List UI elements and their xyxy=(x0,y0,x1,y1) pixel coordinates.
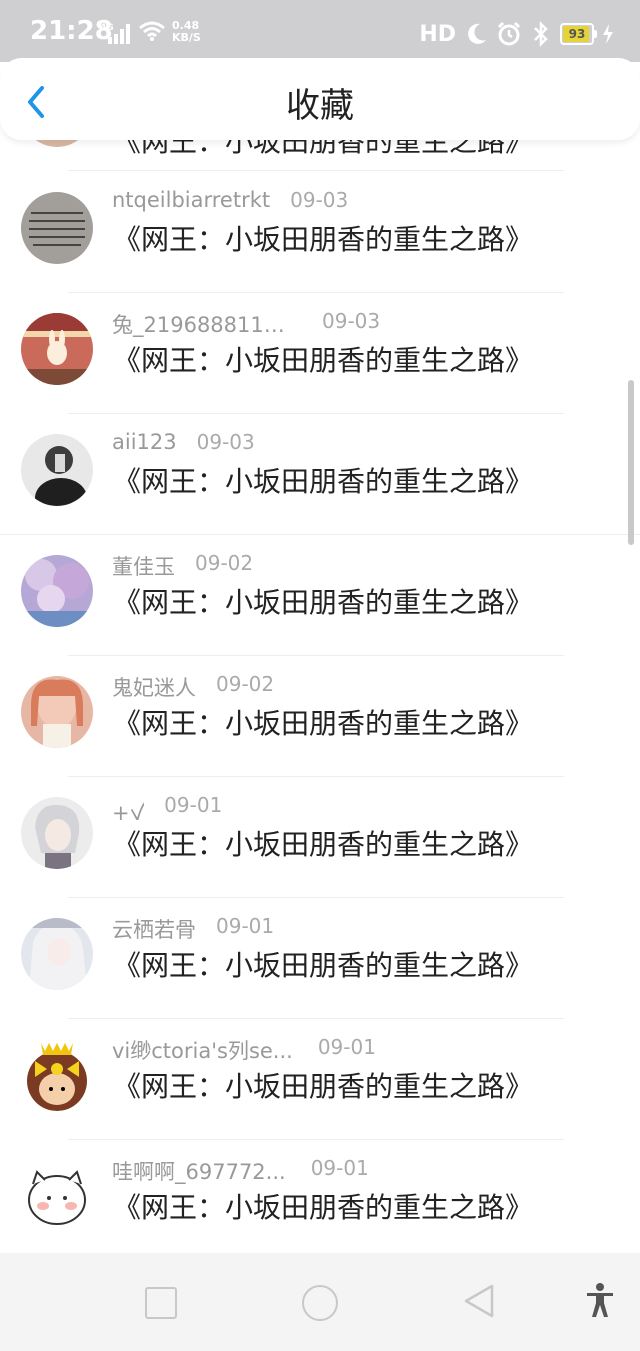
header-bar: 收藏 xyxy=(0,58,640,140)
item-date: 09-03 xyxy=(290,188,349,212)
item-date: 09-03 xyxy=(322,309,381,333)
user-name[interactable]: 鬼妃迷人 xyxy=(112,672,196,702)
scrollbar[interactable] xyxy=(628,380,634,545)
back-nav-button[interactable] xyxy=(462,1283,496,1319)
user-name[interactable]: ntqeilbiarretrkt xyxy=(112,188,270,212)
user-name[interactable]: 云栖若骨 xyxy=(112,914,196,944)
item-meta: aii123 09-03 xyxy=(112,430,255,454)
item-meta: vi缈ctoria's列se... 09-01 xyxy=(112,1035,376,1065)
list-item[interactable]: ntqeilbiarretrkt 09-03 《网王：小坂田朋香的重生之路》 xyxy=(0,172,640,293)
list-item[interactable]: 云栖若骨 09-01 《网王：小坂田朋香的重生之路》 xyxy=(0,898,640,1019)
list-item[interactable]: 鬼妃迷人 09-02 《网王：小坂田朋香的重生之路》 xyxy=(0,656,640,777)
avatar xyxy=(21,192,93,264)
triangle-back-icon xyxy=(464,1284,494,1318)
avatar xyxy=(21,434,93,506)
list-item[interactable]: 董佳玉 09-02 《网王：小坂田朋香的重生之路》 xyxy=(0,535,640,656)
avatar xyxy=(21,797,93,869)
list-item[interactable]: vi缈ctoria's列se... 09-01 《网王：小坂田朋香的重生之路》 xyxy=(0,1019,640,1140)
item-meta: 董佳玉 09-02 xyxy=(112,551,253,581)
recent-apps-button[interactable] xyxy=(145,1287,177,1319)
item-date: 09-01 xyxy=(317,1035,376,1059)
user-name[interactable]: vi缈ctoria's列se... xyxy=(112,1035,293,1065)
list-item[interactable]: 哇啊啊_697772... 09-01 《网王：小坂田朋香的重生之路》 xyxy=(0,1140,640,1253)
item-date: 09-01 xyxy=(216,914,275,938)
avatar xyxy=(21,1160,93,1232)
item-date: 09-02 xyxy=(216,672,275,696)
list-item[interactable]: aii123 09-03 《网王：小坂田朋香的重生之路》 xyxy=(0,414,640,535)
home-button[interactable] xyxy=(302,1285,338,1321)
list-item[interactable]: 兔_2196888118... 09-03 《网王：小坂田朋香的重生之路》 xyxy=(0,293,640,414)
item-meta: 哇啊啊_697772... 09-01 xyxy=(112,1156,369,1186)
book-title[interactable]: 《网王：小坂田朋香的重生之路》 xyxy=(113,460,533,500)
book-title[interactable]: 《网王：小坂田朋香的重生之路》 xyxy=(113,339,533,379)
book-title[interactable]: 《网王：小坂田朋香的重生之路》 xyxy=(113,702,533,742)
book-title[interactable]: 《网王：小坂田朋香的重生之路》 xyxy=(113,823,533,863)
avatar xyxy=(21,1039,93,1111)
item-date: 09-01 xyxy=(310,1156,369,1180)
accessibility-button[interactable] xyxy=(585,1283,615,1319)
list-item[interactable]: +ꪜ 09-01 《网王：小坂田朋香的重生之路》 xyxy=(0,777,640,898)
item-date: 09-03 xyxy=(196,430,255,454)
book-title[interactable]: 《网王：小坂田朋香的重生之路》 xyxy=(113,581,533,621)
item-meta: 鬼妃迷人 09-02 xyxy=(112,672,274,702)
user-name[interactable]: 哇啊啊_697772... xyxy=(112,1156,286,1186)
avatar xyxy=(21,918,93,990)
item-meta: 云栖若骨 09-01 xyxy=(112,914,274,944)
divider xyxy=(68,170,564,171)
book-title[interactable]: 《网王：小坂田朋香的重生之路》 xyxy=(113,944,533,984)
user-name[interactable]: aii123 xyxy=(112,430,177,454)
accessibility-icon xyxy=(587,1283,613,1317)
book-title[interactable]: 《网王：小坂田朋香的重生之路》 xyxy=(113,218,533,258)
book-title[interactable]: 《网王：小坂田朋香的重生之路》 xyxy=(113,1065,533,1105)
avatar xyxy=(21,676,93,748)
avatar xyxy=(21,555,93,627)
item-date: 09-02 xyxy=(195,551,254,575)
item-meta: 兔_2196888118... 09-03 xyxy=(112,309,380,339)
navigation-bar xyxy=(0,1253,640,1351)
user-name[interactable]: 董佳玉 xyxy=(112,551,175,581)
item-meta: ntqeilbiarretrkt 09-03 xyxy=(112,188,348,212)
book-title[interactable]: 《网王：小坂田朋香的重生之路》 xyxy=(113,1186,533,1226)
user-name[interactable]: 兔_2196888118... xyxy=(112,309,297,339)
avatar xyxy=(21,313,93,385)
page-title: 收藏 xyxy=(286,86,354,126)
favorites-list[interactable]: 《网王：小坂田朋香的重生之路》 ntqeilbiarretrkt 09-03 《… xyxy=(0,0,640,1253)
